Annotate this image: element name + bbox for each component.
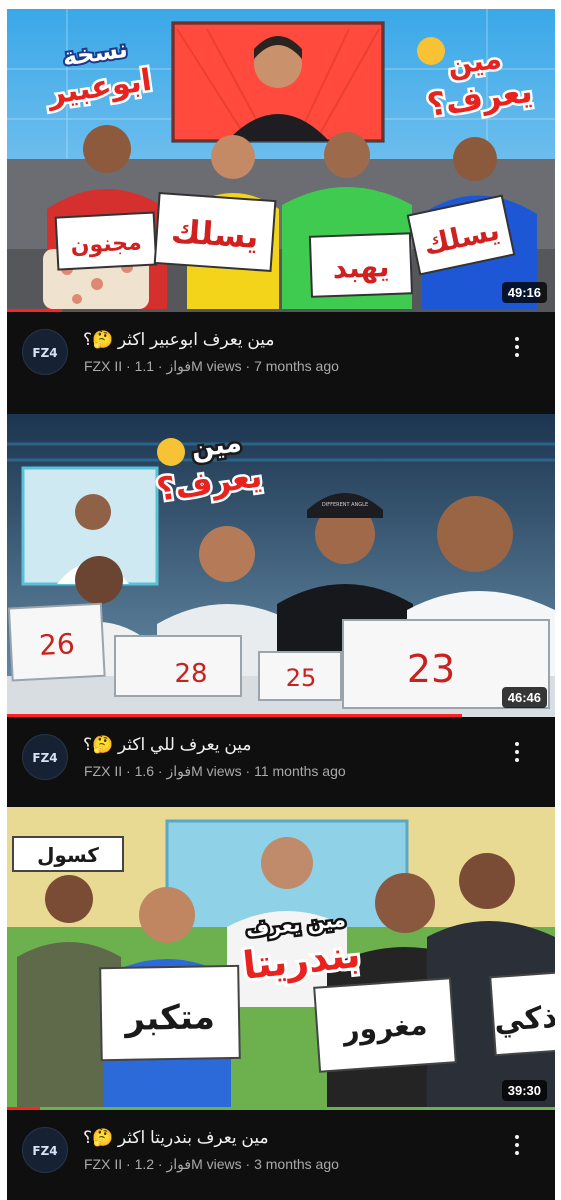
sign-text: متكبر	[123, 997, 215, 1039]
video-thumbnail[interactable]: مجنون يسلك يهبد يسلك نسخة ابوعبير مين يع…	[7, 9, 555, 312]
video-feed: مجنون يسلك يهبد يسلك نسخة ابوعبير مين يع…	[7, 9, 555, 1200]
thinking-emoji-icon	[417, 37, 445, 65]
sign-text: 23	[407, 647, 455, 691]
upload-age: 11 months ago	[254, 763, 346, 779]
video-thumbnail[interactable]: DIFFERENT ANGLE 26 28 25 23 مين يعرف؟ 46…	[7, 414, 555, 717]
video-meta: FZ4 مين يعرف للي اكثر 🤔؟ FZX II · فواز ·…	[7, 717, 555, 799]
sign-text: يسلك	[170, 212, 260, 256]
more-options-icon[interactable]	[507, 739, 527, 767]
more-options-icon[interactable]	[507, 1132, 527, 1160]
channel-avatar[interactable]: FZ4	[22, 329, 68, 375]
sign-text: 25	[286, 664, 317, 692]
video-byline: FZX II · فواز · 1.2M views · 3 months ag…	[84, 1156, 339, 1172]
video-title[interactable]: مين يعرف ابوعبير اكثر 🤔؟	[83, 330, 503, 350]
sign-text: مجنون	[70, 230, 142, 259]
svg-text:FZ4: FZ4	[32, 751, 57, 765]
video-byline: FZX II · فواز · 1.1M views · 7 months ag…	[84, 358, 339, 374]
upload-age: 7 months ago	[254, 358, 339, 374]
svg-text:FZ4: FZ4	[32, 346, 57, 360]
sign-text: 26	[38, 627, 75, 662]
video-title[interactable]: مين يعرف بندريتا اكثر 🤔؟	[83, 1128, 503, 1148]
channel-avatar[interactable]: FZ4	[22, 1127, 68, 1173]
video-duration: 49:16	[501, 282, 547, 303]
sign-text: كسول	[37, 843, 99, 867]
video-meta: FZ4 مين يعرف بندريتا اكثر 🤔؟ FZX II · فو…	[7, 1110, 555, 1192]
thinking-emoji-icon	[157, 438, 185, 466]
svg-text:FZ4: FZ4	[32, 1144, 57, 1158]
video-duration: 46:46	[501, 687, 547, 708]
cap-logo: DIFFERENT ANGLE	[322, 502, 368, 508]
sign-text: 28	[174, 659, 207, 689]
sign-text: مغرور	[340, 1008, 428, 1047]
channel-avatar[interactable]: FZ4	[22, 734, 68, 780]
more-options-icon[interactable]	[507, 334, 527, 362]
sign-text: ذكي	[493, 1000, 555, 1039]
upload-age: 3 months ago	[254, 1156, 339, 1172]
video-duration: 39:30	[501, 1080, 547, 1101]
video-thumbnail[interactable]: كسول متكبر مغرور ذكي مين يعرف بندريتا 39…	[7, 807, 555, 1110]
sign-text: يهبد	[332, 250, 390, 285]
video-byline: FZX II · فواز · 1.6M views · 11 months a…	[84, 763, 346, 779]
video-meta: FZ4 مين يعرف ابوعبير اكثر 🤔؟ FZX II · فو…	[7, 312, 555, 394]
video-title[interactable]: مين يعرف للي اكثر 🤔؟	[83, 735, 503, 755]
